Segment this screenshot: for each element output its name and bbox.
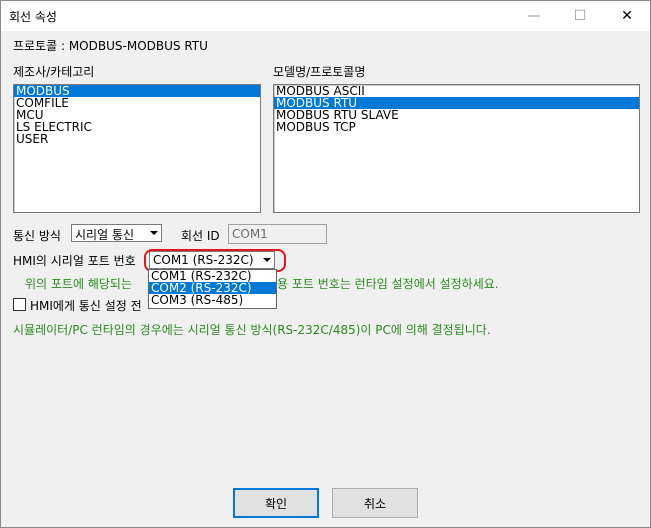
port-note-right: 용 포트 번호는 런타임 설정에서 설정하세요. bbox=[277, 277, 499, 291]
line-id-label: 회선 ID bbox=[181, 229, 220, 243]
simulator-note: 시뮬레이터/PC 런타임의 경우에는 시리얼 통신 방식(RS-232C/485… bbox=[13, 323, 491, 337]
list-item-ls-electric[interactable]: LS ELECTRIC bbox=[14, 121, 260, 133]
manufacturer-list[interactable]: MODBUS COMFILE MCU LS ELECTRIC USER bbox=[13, 84, 261, 213]
protocol-line: 프로토콜 : MODBUS-MODBUS RTU bbox=[13, 39, 208, 53]
list-item-comfile[interactable]: COMFILE bbox=[14, 97, 260, 109]
title-bar: 회선 속성 — ☐ ✕ bbox=[1, 1, 650, 31]
port-note-left: 위의 포트에 해당되는 bbox=[25, 277, 132, 291]
window-title: 회선 속성 bbox=[9, 10, 57, 24]
manufacturer-label: 제조사/카테고리 bbox=[13, 65, 95, 79]
list-item-user[interactable]: USER bbox=[14, 133, 260, 145]
serial-port-label: HMI의 시리얼 포트 번호 bbox=[13, 254, 136, 268]
model-label: 모델명/프로토콜명 bbox=[273, 65, 366, 79]
option-com3[interactable]: COM3 (RS-485) bbox=[149, 294, 276, 306]
maximize-icon[interactable]: ☐ bbox=[557, 1, 603, 31]
comm-settings-checkbox[interactable] bbox=[13, 298, 26, 311]
list-item-modbus-tcp[interactable]: MODBUS TCP bbox=[274, 121, 639, 133]
checkbox-label: HMI에게 통신 설정 전 bbox=[30, 299, 142, 313]
serial-port-dropdown[interactable]: COM1 (RS-232C) COM2 (RS-232C) COM3 (RS-4… bbox=[148, 269, 277, 309]
comm-method-value: 시리얼 통신 bbox=[75, 228, 135, 242]
ok-button[interactable]: 확인 bbox=[233, 488, 319, 518]
chevron-down-icon bbox=[150, 231, 158, 235]
close-icon[interactable]: ✕ bbox=[604, 1, 650, 31]
line-id-value: COM1 bbox=[232, 227, 268, 241]
cancel-button[interactable]: 취소 bbox=[332, 488, 418, 518]
dialog-window: 회선 속성 — ☐ ✕ 프로토콜 : MODBUS-MODBUS RTU 제조사… bbox=[0, 0, 651, 528]
minimize-icon[interactable]: — bbox=[511, 1, 557, 31]
model-list[interactable]: MODBUS ASCII MODBUS RTU MODBUS RTU SLAVE… bbox=[273, 84, 640, 213]
line-id-field: COM1 bbox=[228, 224, 327, 244]
comm-method-select[interactable]: 시리얼 통신 bbox=[71, 224, 162, 242]
comm-method-label: 통신 방식 bbox=[13, 229, 61, 243]
